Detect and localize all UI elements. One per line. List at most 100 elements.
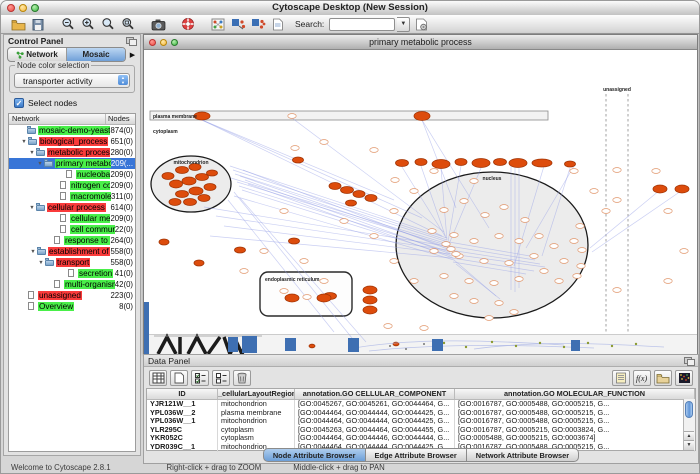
expander-icon[interactable]: ▼ xyxy=(29,249,37,255)
node-count: 8(0) xyxy=(119,302,135,311)
network-tree-row[interactable]: ▼ nitrogen compo 209(0) xyxy=(9,180,135,191)
app-window: Cytoscape Desktop (New Session) Search: … xyxy=(0,0,700,474)
data-panel: Data Panel f(x) ID _cellularLayoutRegion… xyxy=(143,354,699,464)
network-tree-row[interactable]: ▼ mosaic-demo-yeast 874(0) xyxy=(9,125,135,136)
tab-mosaic[interactable]: Mosaic xyxy=(67,48,125,61)
network-tree-row[interactable]: ▼ secretion 41(0) xyxy=(9,268,135,279)
network-tree-row[interactable]: ▼ Overview 8(0) xyxy=(9,301,135,312)
tab-edge-attribute-browser[interactable]: Edge Attribute Browser xyxy=(366,448,467,462)
status-bar: Welcome to Cytoscape 2.8.1 Right-click +… xyxy=(1,462,699,473)
network-panel-icon[interactable] xyxy=(209,16,227,32)
cell-cellular-component: [GO:0045263, GO:0044464, GO:0044455, G..… xyxy=(295,426,455,435)
network-tree-row[interactable]: ▼ unassigned 223(0) xyxy=(9,290,135,301)
layout-red-icon[interactable] xyxy=(249,16,267,32)
node-type-icon xyxy=(65,170,76,179)
zoom-fit-icon[interactable] xyxy=(99,16,117,32)
layout-blue-icon[interactable] xyxy=(229,16,247,32)
tree-header-nodes[interactable]: Nodes xyxy=(106,114,135,124)
network-tree-row[interactable]: ▼ transport 558(0) xyxy=(9,257,135,268)
expander-icon[interactable]: ▼ xyxy=(28,205,36,211)
delete-attribute-icon[interactable] xyxy=(233,370,251,386)
table-row[interactable]: YLR295C cytoplasm [GO:0045263, GO:004446… xyxy=(147,426,695,435)
attribute-matrix-icon[interactable] xyxy=(675,370,693,386)
table-row[interactable]: YJR121W__1 mitochondrion [GO:0045267, GO… xyxy=(147,400,695,409)
save-icon[interactable] xyxy=(29,16,47,32)
attribute-browser-tabs: Node Attribute Browser Edge Attribute Br… xyxy=(144,448,698,462)
column-header-id[interactable]: ID xyxy=(147,389,218,399)
data-panel-float-icon[interactable] xyxy=(684,357,694,365)
expander-icon[interactable]: ▼ xyxy=(20,139,28,145)
network-tree-row[interactable]: ▼ establishment of lo 558(0) xyxy=(9,246,135,257)
float-panel-icon[interactable] xyxy=(126,37,136,45)
attribute-table-icon[interactable] xyxy=(149,370,167,386)
network-tree-row[interactable]: ▼ nucleobase-con 209(0) xyxy=(9,169,135,180)
table-row[interactable]: YPL036W__1 mitochondrion [GO:0044464, GO… xyxy=(147,417,695,426)
node-type-icon xyxy=(53,280,64,289)
dropdown-stepper-icon[interactable]: ▲▼ xyxy=(118,75,128,85)
column-header-region[interactable]: _cellularLayoutRegion xyxy=(218,389,295,399)
expander-icon[interactable]: ▼ xyxy=(36,161,44,167)
select-attributes-icon[interactable] xyxy=(191,370,209,386)
zoom-region-icon[interactable] xyxy=(119,16,137,32)
tab-mosaic-label: Mosaic xyxy=(82,50,109,59)
network-tree-row[interactable]: ▼ cellular process 614(0) xyxy=(9,202,135,213)
select-nodes-checkbox[interactable]: ✓ xyxy=(14,98,24,108)
table-scrollbar[interactable]: ▲ ▼ xyxy=(683,399,695,450)
scrollbar-thumb[interactable] xyxy=(685,401,693,418)
table-row[interactable]: YKR052C cytoplasm [GO:0044464, GO:004444… xyxy=(147,434,695,443)
network-name-chip: transport xyxy=(56,258,90,267)
column-header-molecular-function[interactable]: annotation.GO MOLECULAR_FUNCTION xyxy=(455,389,695,399)
node-type-icon xyxy=(27,291,38,300)
network-name-chip: response to stimulu xyxy=(64,236,110,245)
network-name-chip: cellular process xyxy=(47,203,106,212)
cell-id: YKR052C xyxy=(147,434,218,443)
network-name-chip: nucleobase-con xyxy=(76,170,110,179)
network-name-chip: biological_process xyxy=(39,137,108,146)
network-tree-row[interactable]: ▼ response to stimulu 264(0) xyxy=(9,235,135,246)
tab-network-attribute-browser[interactable]: Network Attribute Browser xyxy=(467,448,579,462)
network-view-titlebar[interactable]: primary metabolic process xyxy=(144,35,697,50)
cell-cellular-component: [GO:0045267, GO:0045261, GO:0044464, G..… xyxy=(295,400,455,409)
node-count: 264(0) xyxy=(110,236,135,245)
node-color-dropdown[interactable]: transporter activity ▲▼ xyxy=(14,73,130,88)
import-attributes-icon[interactable] xyxy=(654,370,672,386)
tree-header-network[interactable]: Network xyxy=(9,114,106,124)
column-header-cellular-component[interactable]: annotation.GO CELLULAR_COMPONENT xyxy=(295,389,455,399)
life-ring-icon[interactable] xyxy=(179,16,197,32)
tab-node-attribute-browser[interactable]: Node Attribute Browser xyxy=(263,448,366,462)
search-input[interactable] xyxy=(329,18,395,31)
node-count: 209(0) xyxy=(110,170,135,179)
new-attribute-icon[interactable] xyxy=(170,370,188,386)
zoom-out-icon[interactable] xyxy=(59,16,77,32)
network-canvas[interactable]: plasma membrane cytoplasm mitochondrion … xyxy=(144,50,697,354)
document-icon[interactable] xyxy=(269,16,287,32)
zoom-in-icon[interactable] xyxy=(79,16,97,32)
notes-icon[interactable] xyxy=(612,370,630,386)
open-folder-icon[interactable] xyxy=(9,16,27,32)
network-tree-row[interactable]: ▼ biological_process 651(0) xyxy=(9,136,135,147)
network-tree-row[interactable]: ▼ multi-organism pro 42(0) xyxy=(9,279,135,290)
tab-overflow-arrow[interactable]: ▶ xyxy=(128,51,137,59)
search-dropdown-button[interactable]: ▼ xyxy=(397,17,410,32)
table-row[interactable]: YPL036W__2 plasma membrane [GO:0044464, … xyxy=(147,409,695,418)
expander-icon[interactable]: ▼ xyxy=(37,260,45,266)
expander-icon[interactable]: ▼ xyxy=(28,150,36,156)
network-name-chip: multi-organism pro xyxy=(64,280,115,289)
network-tree-row[interactable]: ▼ primary metabo 209(... xyxy=(9,158,135,169)
window-titlebar: Cytoscape Desktop (New Session) xyxy=(1,1,699,16)
search-options-icon[interactable] xyxy=(412,16,430,32)
tab-network[interactable]: Network xyxy=(8,48,67,61)
unselect-attributes-icon[interactable] xyxy=(212,370,230,386)
network-tree-row[interactable]: ▼ macromolecule 311(0) xyxy=(9,191,135,202)
node-type-icon xyxy=(28,137,39,146)
network-tree-row[interactable]: ▼ cell communicat 22(0) xyxy=(9,224,135,235)
welcome-status: Welcome to Cytoscape 2.8.1 xyxy=(11,463,111,472)
node-type-icon xyxy=(27,126,38,135)
node-count: 22(0) xyxy=(115,225,135,234)
network-tree-row[interactable]: ▼ metabolic process 280(0) xyxy=(9,147,135,158)
function-builder-icon[interactable]: f(x) xyxy=(633,370,651,386)
network-tree-row[interactable]: ▼ cellular metabo 209(0) xyxy=(9,213,135,224)
node-count: 209(0) xyxy=(110,181,135,190)
node-count: 651(0) xyxy=(110,137,135,146)
camera-icon[interactable] xyxy=(149,16,167,32)
